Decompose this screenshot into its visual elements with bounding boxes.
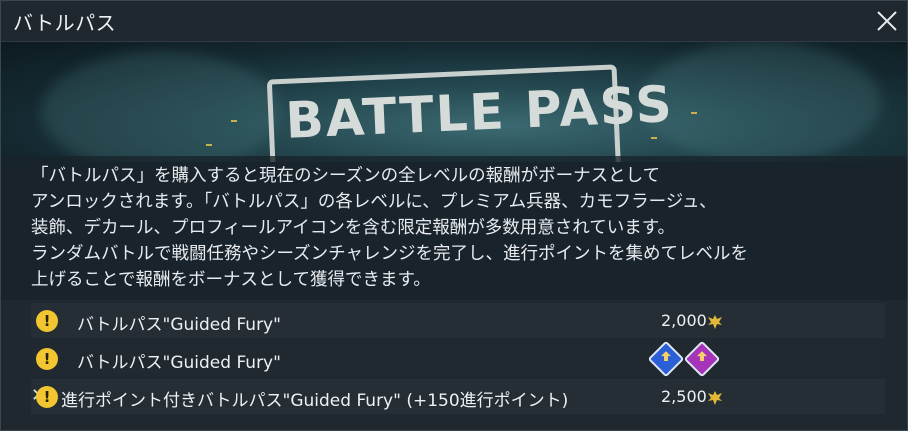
blue-coupon-icon [647,340,685,378]
option-name: 進行ポイント付きバトルパス"Guided Fury" (+150進行ポイント) [61,391,569,411]
warning-icon: ! [36,310,58,332]
title-bar: バトルパス [1,1,907,42]
window-title: バトルパス [13,11,117,35]
purchase-option-coupons[interactable]: ! バトルパス"Guided Fury" [31,340,885,378]
purchase-option-gold[interactable]: ! バトルパス"Guided Fury" 2,000 [31,303,885,338]
battle-pass-window: バトルパス BATTLE PASS 「バトルパス」を購入すると現在のシーズンの全… [0,0,908,431]
purchase-option-with-points[interactable]: ✕ ! 進行ポイント付きバトルパス"Guided Fury" (+150進行ポイ… [31,379,885,414]
gold-eagle-icon [708,315,722,329]
purple-coupon-icon [683,340,721,378]
gold-eagle-icon [708,391,722,405]
option-price: 2,500 [661,387,707,406]
option-name: バトルパス"Guided Fury" [77,353,281,373]
close-icon [877,11,897,31]
option-price: 2,000 [661,311,707,330]
battle-pass-banner: BATTLE PASS [1,42,907,162]
purchase-options-list: ! バトルパス"Guided Fury" 2,000 ! バトルパス"Guide… [31,303,885,417]
close-button[interactable] [873,7,901,35]
warning-icon: ! [36,386,58,408]
battle-pass-logo-text: BATTLE PASS [284,74,675,150]
battle-pass-logo: BATTLE PASS [266,64,675,162]
description-text: 「バトルパス」を購入すると現在のシーズンの全レベルの報酬がボーナスとして アンロ… [31,166,748,290]
option-name: バトルパス"Guided Fury" [77,315,281,335]
warning-icon: ! [36,348,58,370]
